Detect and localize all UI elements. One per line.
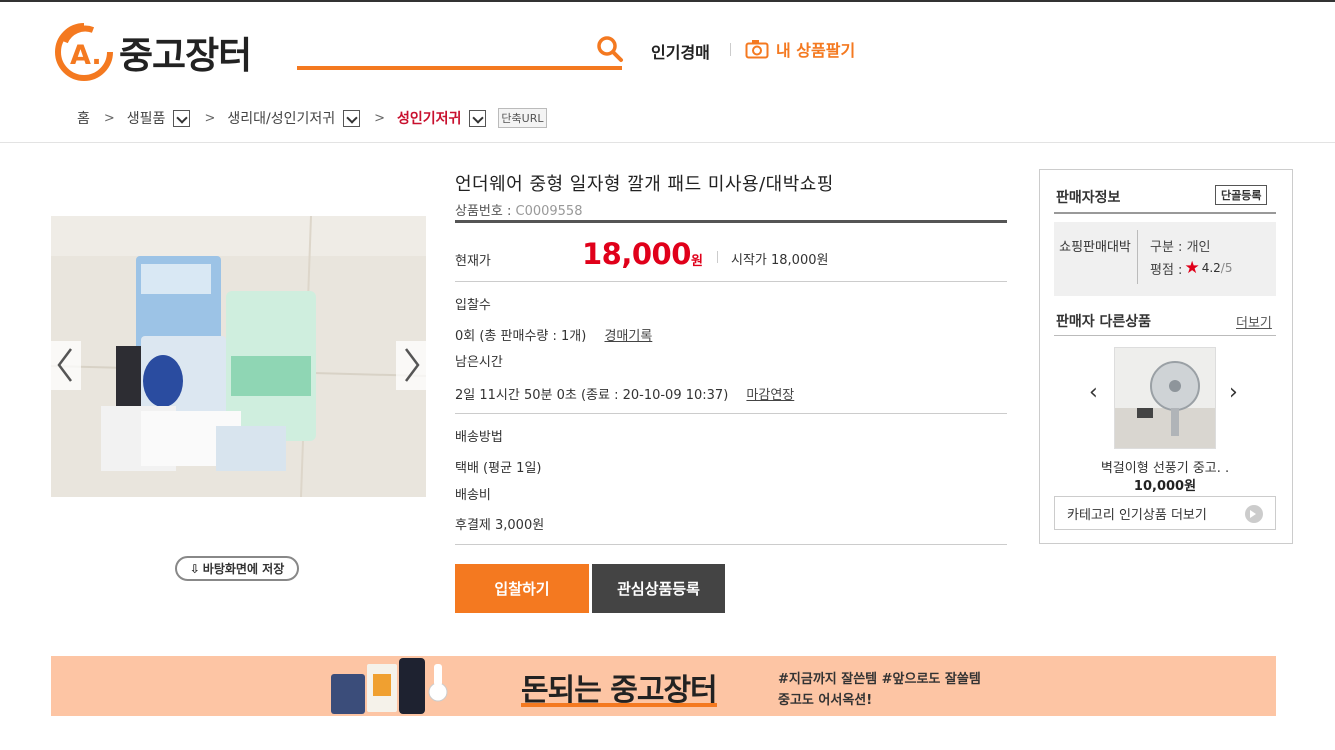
banner-subtitle-2: 중고도 어서옥션! [778, 693, 873, 708]
chevron-right-icon [405, 348, 420, 382]
image-next-button[interactable] [396, 341, 426, 390]
bids-label: 입찰수 [455, 298, 491, 313]
nav-divider [730, 43, 731, 56]
shipping-label: 배송방법 [455, 430, 503, 445]
chevron-right-icon[interactable]: › [1229, 380, 1238, 405]
nav-sell-button[interactable]: 내 상품팔기 [745, 37, 855, 61]
bid-history-link[interactable]: 경매기록 [604, 329, 652, 344]
breadcrumb-separator-icon: > [374, 110, 386, 126]
logo-mark: A. [53, 22, 115, 82]
breadcrumb-separator-icon: > [103, 110, 115, 126]
product-number-value: C0009558 [515, 204, 583, 219]
seller-rating: 평점 : ★ 4.2 /5 [1150, 258, 1232, 278]
nav-popular-auctions[interactable]: 인기경매 [651, 39, 710, 63]
svg-text:A.: A. [70, 40, 102, 71]
short-url-button[interactable]: 단축URL [498, 108, 547, 128]
rating-max: /5 [1220, 261, 1233, 275]
chevron-left-icon [57, 348, 72, 382]
banner-products-illustration [331, 658, 448, 714]
breadcrumb-home[interactable]: 홈 [77, 108, 90, 128]
category-popular-more-label: 카테고리 인기상품 더보기 [1067, 507, 1207, 523]
product-title: 언더웨어 중형 일자형 깔개 패드 미사용/대박쇼핑 [455, 174, 834, 195]
top-border [0, 0, 1335, 2]
product-image [51, 216, 426, 497]
bids-value: 0회 (총 판매수량 : 1개) [455, 329, 587, 344]
save-wallpaper-button[interactable]: ⇩ 바탕화면에 저장 [175, 556, 299, 581]
divider [1054, 212, 1276, 214]
divider [455, 281, 1007, 282]
arrow-right-circle-icon [1245, 505, 1263, 523]
divider [1137, 230, 1138, 284]
divider [0, 142, 1335, 143]
breadcrumb-level1[interactable]: 생필품 [127, 108, 166, 128]
camera-icon [745, 40, 769, 59]
other-item-price: 10,000원 [1133, 479, 1197, 494]
category-popular-more-button[interactable]: 카테고리 인기상품 더보기 [1054, 496, 1276, 530]
seller-more-link[interactable]: 더보기 [1236, 312, 1272, 331]
register-favorite-seller-button[interactable]: 단골등록 [1215, 185, 1268, 205]
seller-name[interactable]: 쇼핑판매대박 [1058, 238, 1132, 257]
extend-deadline-link[interactable]: 마감연장 [746, 388, 794, 403]
product-number: 상품번호 : C0009558 [455, 200, 582, 219]
add-wishlist-button[interactable]: 관심상품등록 [592, 564, 725, 613]
promo-banner[interactable]: 돈되는 중고장터 #지금까지 잘쓴템 #앞으로도 잘쓸템 중고도 어서옥션! [51, 656, 1276, 716]
remaining-label: 남은시간 [455, 355, 503, 370]
logo-text: 중고장터 [119, 34, 252, 77]
search-icon[interactable] [596, 35, 624, 63]
divider [717, 251, 718, 263]
seller-info-title: 판매자정보 [1056, 190, 1121, 206]
chevron-down-icon[interactable] [173, 109, 191, 127]
breadcrumb-separator-icon: > [204, 110, 216, 126]
banner-underline [521, 703, 717, 707]
chevron-left-icon[interactable]: ‹ [1089, 380, 1098, 405]
seller-type: 구분 : 개인 [1150, 240, 1211, 255]
breadcrumb-level3[interactable]: 성인기저귀 [397, 108, 461, 128]
remaining-row: 2일 11시간 50분 0초 (종료 : 20-10-09 10:37) 마감연… [455, 384, 794, 403]
star-icon: ★ [1184, 258, 1200, 278]
save-wallpaper-label: 바탕화면에 저장 [202, 562, 285, 576]
seller-other-items-title: 판매자 다른상품 [1056, 314, 1152, 330]
divider [1054, 335, 1276, 336]
download-icon: ⇩ [189, 561, 200, 576]
breadcrumb-level2[interactable]: 생리대/성인기저귀 [227, 108, 335, 128]
product-number-label: 상품번호 : [455, 204, 516, 219]
chevron-down-icon[interactable] [343, 109, 361, 127]
other-item-thumbnail[interactable] [1114, 347, 1216, 449]
divider [455, 544, 1007, 545]
start-price: 시작가 18,000원 [731, 253, 829, 268]
price-currency: 원 [691, 254, 703, 269]
bid-button[interactable]: 입찰하기 [455, 564, 589, 613]
nav-sell-label: 내 상품팔기 [776, 41, 856, 60]
current-price-label: 현재가 [455, 254, 491, 269]
chevron-down-icon[interactable] [469, 109, 487, 127]
current-price: 18,000 [582, 237, 691, 271]
shipping-value: 택배 (평균 1일) [455, 461, 542, 476]
banner-subtitle-1: #지금까지 잘쓴템 #앞으로도 잘쓸템 [778, 672, 981, 687]
shipping-fee-label: 배송비 [455, 488, 491, 503]
image-prev-button[interactable] [51, 341, 81, 390]
site-logo[interactable]: A. 중고장터 [53, 22, 252, 82]
other-item-name[interactable]: 벽걸이형 선풍기 중고. . [1054, 457, 1276, 476]
divider [455, 413, 1007, 414]
bids-row: 0회 (총 판매수량 : 1개) 경매기록 [455, 325, 652, 344]
breadcrumb: 홈 > 생필품 > 생리대/성인기저귀 > 성인기저귀 단축URL [77, 108, 547, 128]
rating-value: 4.2 [1201, 261, 1221, 275]
search-input[interactable] [297, 66, 622, 70]
divider [455, 220, 1007, 223]
remaining-value: 2일 11시간 50분 0초 (종료 : 20-10-09 10:37) [455, 388, 729, 403]
shipping-fee-value: 후결제 3,000원 [455, 518, 545, 533]
rating-label: 평점 : [1150, 262, 1183, 278]
